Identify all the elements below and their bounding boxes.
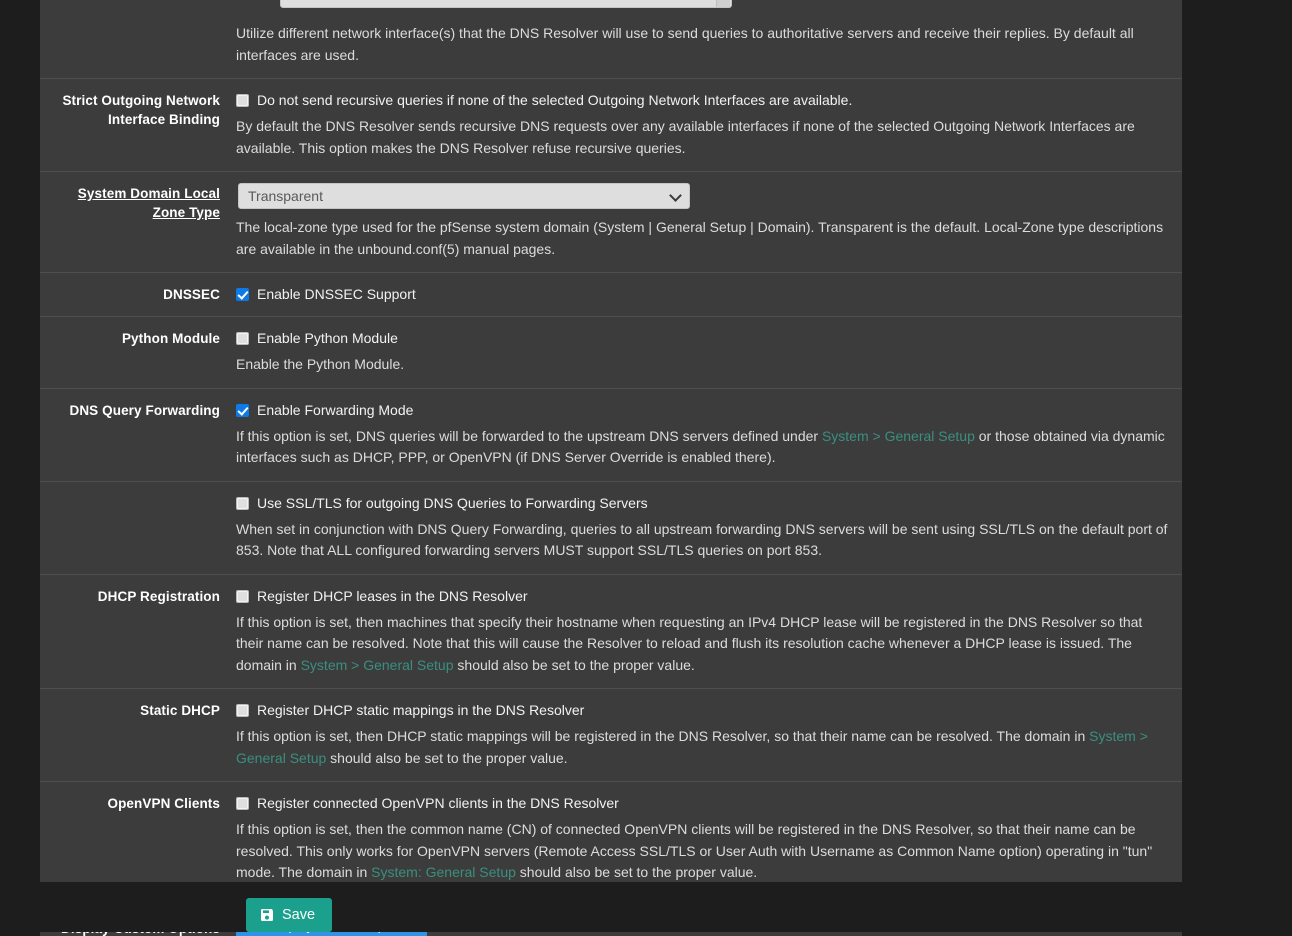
dns-query-forwarding-label: DNS Query Forwarding: [69, 402, 220, 418]
row-outgoing-network-interfaces: WAN IPv6 Link Local Utilize different ne…: [40, 0, 1182, 78]
general-setup-link[interactable]: System > General Setup: [301, 657, 454, 673]
static-dhcp-checkbox[interactable]: [236, 704, 249, 717]
save-button[interactable]: Save: [246, 898, 333, 932]
python-module-checkbox-line[interactable]: Enable Python Module: [236, 329, 1168, 348]
row-dhcp-registration: DHCP Registration Register DHCP leases i…: [40, 573, 1182, 689]
python-module-description: Enable the Python Module.: [236, 356, 405, 372]
strict-binding-field: Do not send recursive queries if none of…: [236, 90, 1182, 159]
python-module-checkbox-label: Enable Python Module: [257, 330, 398, 346]
general-setup-link[interactable]: System: General Setup: [371, 864, 516, 880]
row-static-dhcp: Static DHCP Register DHCP static mapping…: [40, 688, 1182, 781]
local-zone-type-select-wrap: Transparent: [238, 183, 690, 209]
dns-resolver-settings-page: WAN IPv6 Link Local Utilize different ne…: [0, 0, 1292, 936]
ssl-tls-checkbox-label: Use SSL/TLS for outgoing DNS Queries to …: [257, 494, 648, 511]
outgoing-interfaces-field: WAN IPv6 Link Local Utilize different ne…: [236, 0, 1182, 66]
dnssec-checkbox-line[interactable]: Enable DNSSEC Support: [236, 285, 1168, 304]
dhcp-registration-checkbox-label: Register DHCP leases in the DNS Resolver: [257, 587, 528, 604]
strict-binding-description: By default the DNS Resolver sends recurs…: [236, 118, 1135, 156]
openvpn-clients-checkbox[interactable]: [236, 797, 249, 810]
dns-query-forwarding-field: Enable Forwarding Mode If this option is…: [236, 400, 1182, 469]
strict-binding-checkbox-line[interactable]: Do not send recursive queries if none of…: [236, 91, 1168, 110]
local-zone-type-help-link[interactable]: System Domain Local Zone Type: [78, 186, 220, 220]
desc-text-before: If this option is set, DNS queries will …: [236, 427, 822, 444]
row-python-module: Python Module Enable Python Module Enabl…: [40, 316, 1182, 388]
row-ssl-tls: Use SSL/TLS for outgoing DNS Queries to …: [40, 480, 1182, 574]
multiselect-scrollbar[interactable]: [716, 0, 730, 7]
ssl-tls-description: When set in conjunction with DNS Query F…: [236, 520, 1168, 559]
outgoing-interfaces-label: [40, 11, 236, 12]
desc-text-after: should also be set to the proper value.: [326, 749, 568, 766]
local-zone-type-field: Transparent The local-zone type used for…: [236, 183, 1182, 260]
openvpn-clients-checkbox-label: Register connected OpenVPN clients in th…: [257, 795, 619, 811]
desc-text-after: should also be set to the proper value.: [453, 656, 695, 673]
local-zone-type-select[interactable]: Transparent: [238, 183, 690, 209]
static-dhcp-checkbox-label: Register DHCP static mappings in the DNS…: [257, 702, 585, 718]
multiselect-option-visible[interactable]: WAN IPv6 Link Local: [281, 0, 731, 2]
desc-text-after: should also be set to the proper value.: [515, 864, 758, 880]
dnssec-checkbox-label: Enable DNSSEC Support: [257, 286, 416, 302]
dns-query-forwarding-checkbox-label: Enable Forwarding Mode: [257, 401, 414, 418]
dnssec-checkbox[interactable]: [236, 288, 249, 301]
ssl-tls-label: [40, 493, 236, 494]
strict-binding-checkbox[interactable]: [236, 94, 249, 107]
form-footer: Save: [40, 882, 1182, 932]
settings-panel: WAN IPv6 Link Local Utilize different ne…: [40, 0, 1182, 936]
dnssec-label: DNSSEC: [163, 287, 220, 302]
row-dnssec: DNSSEC Enable DNSSEC Support: [40, 272, 1182, 316]
desc-text-before: If this option is set, then DHCP static …: [236, 728, 1090, 744]
static-dhcp-description: If this option is set, then DHCP static …: [236, 726, 1168, 769]
dhcp-registration-label: DHCP Registration: [97, 588, 220, 604]
openvpn-clients-field: Register connected OpenVPN clients in th…: [236, 793, 1182, 884]
static-dhcp-checkbox-line[interactable]: Register DHCP static mappings in the DNS…: [236, 701, 1168, 720]
dns-query-forwarding-description: If this option is set, DNS queries will …: [236, 426, 1168, 469]
save-icon: [259, 907, 275, 923]
ssl-tls-field: Use SSL/TLS for outgoing DNS Queries to …: [236, 493, 1182, 562]
static-dhcp-label: Static DHCP: [140, 703, 220, 718]
row-local-zone-type: System Domain Local Zone Type Transparen…: [40, 171, 1182, 272]
outgoing-interfaces-multiselect[interactable]: WAN IPv6 Link Local: [280, 0, 732, 8]
dhcp-registration-description: If this option is set, then machines tha…: [236, 612, 1168, 677]
ssl-tls-checkbox-line[interactable]: Use SSL/TLS for outgoing DNS Queries to …: [236, 494, 1168, 513]
row-strict-binding: Strict Outgoing Network Interface Bindin…: [40, 78, 1182, 171]
dhcp-registration-checkbox-line[interactable]: Register DHCP leases in the DNS Resolver: [236, 587, 1168, 606]
general-setup-link[interactable]: System > General Setup: [822, 428, 975, 444]
row-openvpn-clients: OpenVPN Clients Register connected OpenV…: [40, 781, 1182, 896]
strict-binding-label: Strict Outgoing Network Interface Bindin…: [62, 93, 220, 127]
ssl-tls-checkbox[interactable]: [236, 496, 249, 510]
strict-binding-checkbox-label: Do not send recursive queries if none of…: [257, 92, 853, 108]
local-zone-type-description: The local-zone type used for the pfSense…: [236, 219, 1164, 257]
save-button-label: Save: [282, 906, 316, 923]
local-zone-type-label: System Domain Local Zone Type: [40, 183, 236, 222]
row-dns-query-forwarding: DNS Query Forwarding Enable Forwarding M…: [40, 387, 1182, 481]
outgoing-interfaces-description: Utilize different network interface(s) t…: [236, 25, 1134, 63]
dns-query-forwarding-checkbox[interactable]: [236, 403, 249, 417]
python-module-field: Enable Python Module Enable the Python M…: [236, 328, 1182, 376]
openvpn-clients-checkbox-line[interactable]: Register connected OpenVPN clients in th…: [236, 794, 1168, 813]
dhcp-registration-checkbox[interactable]: [236, 589, 249, 603]
dhcp-registration-field: Register DHCP leases in the DNS Resolver…: [236, 586, 1182, 677]
python-module-checkbox[interactable]: [236, 332, 249, 345]
dns-query-forwarding-checkbox-line[interactable]: Enable Forwarding Mode: [236, 401, 1168, 420]
dnssec-field: Enable DNSSEC Support: [236, 284, 1182, 304]
openvpn-clients-description: If this option is set, then the common n…: [236, 819, 1168, 884]
python-module-label: Python Module: [121, 331, 220, 346]
openvpn-clients-label: OpenVPN Clients: [107, 796, 220, 811]
static-dhcp-field: Register DHCP static mappings in the DNS…: [236, 700, 1182, 769]
